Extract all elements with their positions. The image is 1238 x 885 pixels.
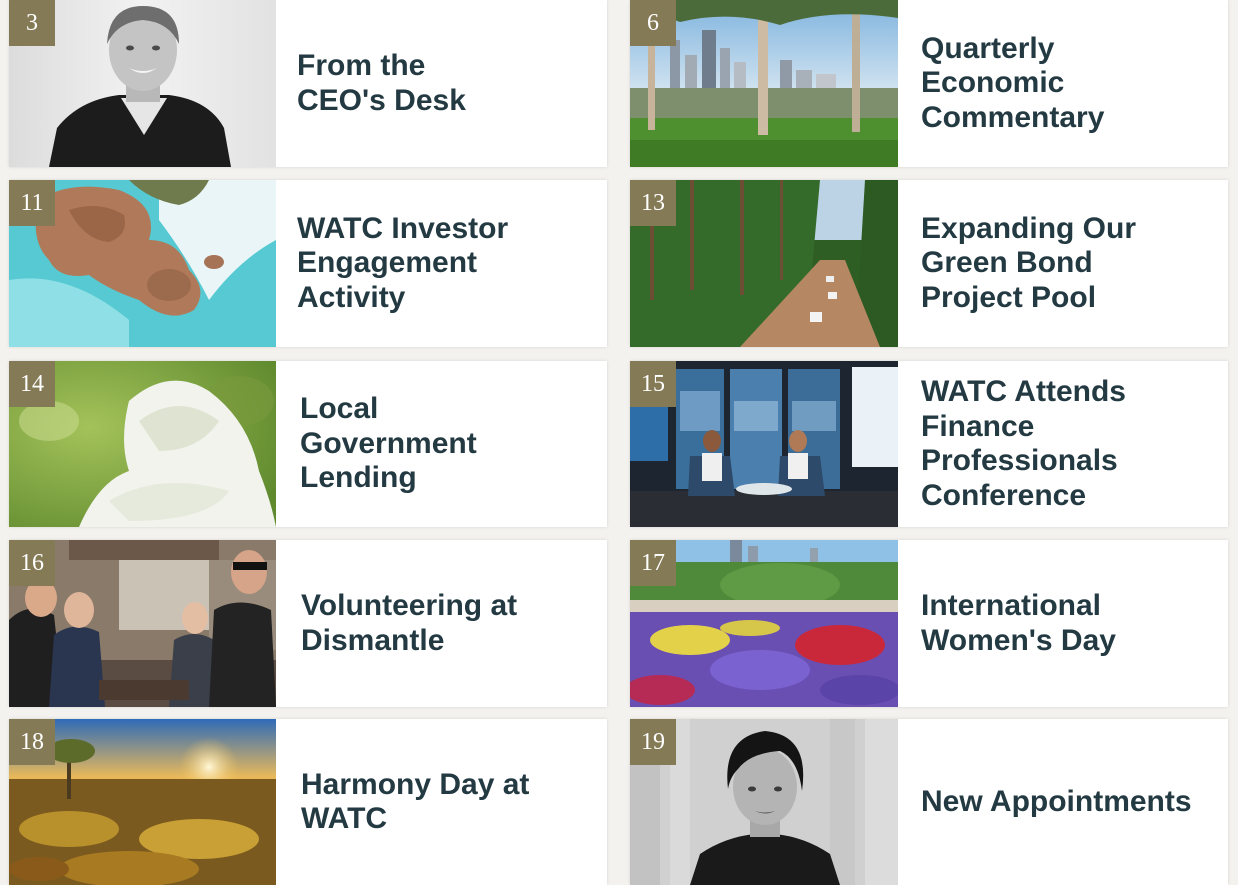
article-card-volunteering[interactable]: 16 Volunteering at Dismantle bbox=[9, 540, 607, 707]
title-line: Activity bbox=[297, 280, 406, 314]
title-line: From the bbox=[297, 49, 426, 82]
article-card-ceo-desk[interactable]: 3 From the CEO's Desk bbox=[9, 0, 607, 167]
article-title[interactable]: Expanding Our Green Bond Project Pool bbox=[921, 180, 1218, 347]
article-card-investor-engagement[interactable]: 11 WATC Investor Engagement Activity bbox=[9, 180, 607, 347]
title-line: Women's Day bbox=[921, 623, 1116, 657]
title-line: Green Bond bbox=[921, 246, 1093, 280]
article-title[interactable]: WATC Attends Finance Professionals Conferen… bbox=[921, 361, 1218, 527]
title-line: CEO's Desk bbox=[297, 83, 466, 117]
title-line: Engagement bbox=[297, 246, 478, 280]
title-line: Project Pool bbox=[921, 280, 1097, 314]
title-line: Expanding Our bbox=[921, 211, 1137, 245]
page-number-badge: 17 bbox=[630, 540, 676, 586]
article-card-finance-conference[interactable]: 15 WATC Attends Finance Professionals Confe… bbox=[630, 361, 1228, 527]
title-line: Harmony Day at bbox=[301, 767, 530, 801]
title-line: Economic bbox=[921, 66, 1065, 100]
page-number-badge: 16 bbox=[9, 540, 55, 586]
article-title[interactable]: Harmony Day at WATC bbox=[301, 719, 597, 885]
page-number-badge: 3 bbox=[9, 0, 55, 46]
article-card-harmony-day[interactable]: 18 Harmony Day at WATC bbox=[9, 719, 607, 885]
page-number-badge: 15 bbox=[630, 361, 676, 407]
title-line: Quarterly bbox=[921, 31, 1055, 65]
title-line: WATC bbox=[301, 802, 388, 835]
article-card-economic-commentary[interactable]: 6 Quarterly Economic Commentary bbox=[630, 0, 1228, 167]
title-line: International bbox=[921, 589, 1102, 622]
title-line: Volunteering at bbox=[301, 589, 518, 622]
title-line: Conference bbox=[921, 478, 1087, 512]
article-title[interactable]: Local Government Lending bbox=[300, 361, 597, 527]
article-card-womens-day[interactable]: 17 International Women's Day bbox=[630, 540, 1228, 707]
article-card-new-appointments[interactable]: 19 New Appointments bbox=[630, 719, 1228, 885]
article-title[interactable]: Quarterly Economic Commentary bbox=[921, 0, 1218, 167]
page-number-badge: 6 bbox=[630, 0, 676, 46]
title-line: WATC Attends bbox=[921, 375, 1126, 408]
page-number-badge: 18 bbox=[9, 719, 55, 765]
article-title[interactable]: WATC Investor Engagement Activity bbox=[297, 180, 597, 347]
article-title[interactable]: From the CEO's Desk bbox=[297, 0, 597, 167]
page-number-badge: 13 bbox=[630, 180, 676, 226]
title-line: Finance bbox=[921, 409, 1035, 443]
title-line: WATC Investor bbox=[297, 211, 509, 245]
page-number-badge: 11 bbox=[9, 180, 55, 226]
title-line: New Appointments bbox=[921, 784, 1192, 818]
title-line: Lending bbox=[300, 461, 417, 495]
title-line: Local bbox=[300, 392, 379, 426]
article-title[interactable]: International Women's Day bbox=[921, 540, 1218, 707]
article-title[interactable]: New Appointments bbox=[921, 719, 1218, 885]
title-line: Dismantle bbox=[301, 623, 445, 657]
title-line: Government bbox=[300, 426, 477, 460]
article-card-local-government-lending[interactable]: 14 Local Government Lending bbox=[9, 361, 607, 527]
article-card-green-bond[interactable]: 13 Expanding Our Green Bond Project Pool bbox=[630, 180, 1228, 347]
title-line: Commentary bbox=[921, 100, 1105, 134]
page-number-badge: 19 bbox=[630, 719, 676, 765]
page-number-badge: 14 bbox=[9, 361, 55, 407]
title-line: Professionals bbox=[921, 444, 1118, 477]
article-title[interactable]: Volunteering at Dismantle bbox=[301, 540, 597, 707]
